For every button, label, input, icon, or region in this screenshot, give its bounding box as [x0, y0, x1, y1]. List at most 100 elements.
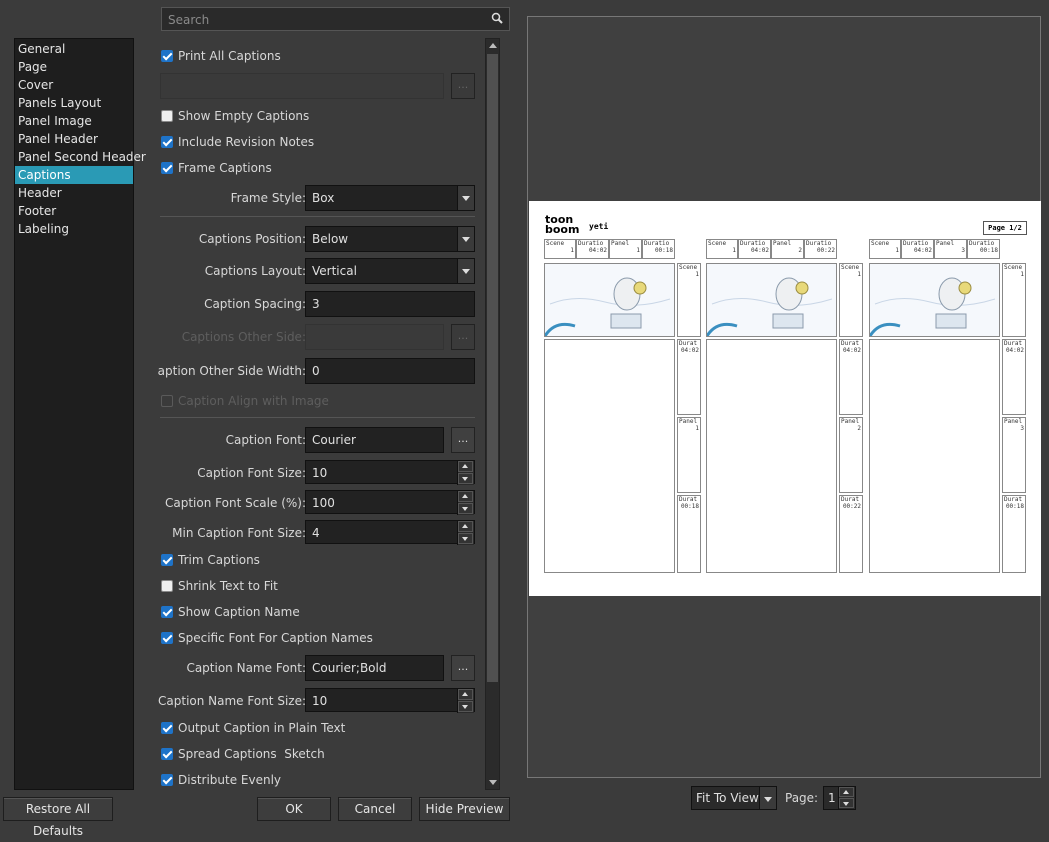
print-preview[interactable]: toon boom yeti Page 1/2 Scene 1 Duratio 04:…: [527, 16, 1041, 778]
page-spinbox[interactable]: 1: [823, 786, 856, 810]
category-item-panels-layout[interactable]: Panels Layout: [15, 94, 133, 112]
captions-layout-select[interactable]: Vertical: [305, 258, 475, 284]
hide-preview-button[interactable]: Hide Preview: [419, 797, 510, 821]
spread-captions-sketch-row[interactable]: Spread Captions Sketch: [158, 743, 480, 769]
caption-list-field[interactable]: [160, 73, 444, 99]
include-revision-notes-checkbox[interactable]: [161, 136, 173, 148]
frame-captions-checkbox[interactable]: [161, 162, 173, 174]
trim-captions-row[interactable]: Trim Captions: [158, 549, 480, 575]
shrink-text-to-fit-checkbox[interactable]: [161, 580, 173, 592]
captions-position-select[interactable]: Below: [305, 226, 475, 252]
preview-header-value: 1: [895, 247, 899, 254]
preview-header-cell: Scene 1: [869, 239, 901, 259]
output-caption-plain-text-checkbox[interactable]: [161, 722, 173, 734]
chevron-down-icon[interactable]: [457, 259, 474, 283]
form-scrollbar[interactable]: [485, 38, 500, 790]
output-caption-plain-text-label: Output Caption in Plain Text: [178, 721, 346, 735]
stepper-arrows-icon[interactable]: [838, 787, 855, 809]
preview-header-label: Duratio: [969, 240, 995, 247]
caption-list-browse-button[interactable]: ...: [451, 73, 475, 99]
preview-header-cell: Scene 1: [544, 239, 576, 259]
caption-other-side-width-input[interactable]: 0: [305, 358, 475, 384]
print-all-captions-row[interactable]: Print All Captions: [158, 45, 480, 71]
preview-header-label: Duratio: [578, 240, 604, 247]
stepper-arrows-icon[interactable]: [457, 491, 474, 515]
caption-font-size-spinbox[interactable]: 10: [305, 460, 475, 485]
caption-align-with-image-checkbox[interactable]: [161, 395, 173, 407]
caption-name-font-field[interactable]: Courier;Bold: [305, 655, 444, 681]
preview-side-value: 1: [857, 271, 861, 278]
captions-other-side-field[interactable]: [305, 324, 444, 350]
spread-captions-sketch-checkbox[interactable]: [161, 748, 173, 760]
logo-bottom-text: boom: [545, 223, 580, 236]
page-label: Page:: [785, 791, 819, 805]
preview-header-cell: Duratio 04:02: [738, 239, 771, 259]
preview-header-cell: Panel 1: [609, 239, 642, 259]
print-all-captions-checkbox[interactable]: [161, 50, 173, 62]
stepper-arrows-icon[interactable]: [457, 521, 474, 545]
preview-side-cell: Panel 2: [839, 417, 863, 493]
shrink-text-to-fit-row[interactable]: Shrink Text to Fit: [158, 575, 480, 601]
caption-name-font-size-spinbox[interactable]: 10: [305, 688, 475, 713]
category-item-general[interactable]: General: [15, 40, 133, 58]
caption-font-browse-button[interactable]: ...: [451, 427, 475, 453]
category-item-page[interactable]: Page: [15, 58, 133, 76]
specific-font-caption-names-checkbox[interactable]: [161, 632, 173, 644]
show-empty-captions-row[interactable]: Show Empty Captions: [158, 105, 480, 131]
scroll-down-icon[interactable]: [489, 780, 497, 785]
min-caption-font-size-spinbox[interactable]: 4: [305, 520, 475, 545]
chevron-down-icon[interactable]: [759, 787, 776, 809]
zoom-mode-select[interactable]: Fit To View: [691, 786, 777, 810]
caption-name-font-size-value: 10: [312, 694, 328, 708]
frame-captions-row[interactable]: Frame Captions: [158, 157, 480, 183]
distribute-evenly-checkbox[interactable]: [161, 774, 173, 786]
caption-align-with-image-row[interactable]: Caption Align with Image: [158, 390, 480, 416]
restore-defaults-button[interactable]: Restore All Defaults: [3, 797, 113, 838]
category-item-captions[interactable]: Captions: [15, 166, 133, 184]
scroll-up-icon[interactable]: [489, 43, 497, 48]
category-item-labeling[interactable]: Labeling: [15, 220, 133, 238]
preview-header-label: Panel: [773, 240, 792, 247]
cancel-button[interactable]: Cancel: [338, 797, 412, 821]
output-caption-plain-text-row[interactable]: Output Caption in Plain Text: [158, 717, 480, 743]
panel-caption-box: [869, 339, 1000, 573]
zoom-mode-value: Fit To View: [696, 791, 759, 805]
frame-style-select[interactable]: Box: [305, 185, 475, 211]
preview-side-cell: Durat 04:02: [839, 339, 863, 415]
show-caption-name-label: Show Caption Name: [178, 605, 300, 619]
specific-font-caption-names-row[interactable]: Specific Font For Caption Names: [158, 627, 480, 653]
chevron-down-icon[interactable]: [457, 227, 474, 251]
category-item-panel-second-header[interactable]: Panel Second Header: [15, 148, 146, 166]
search-input[interactable]: [162, 8, 490, 32]
caption-font-field[interactable]: Courier: [305, 427, 444, 453]
category-item-header[interactable]: Header: [15, 184, 133, 202]
preview-side-cell: Durat 04:02: [1002, 339, 1026, 415]
ok-button[interactable]: OK: [257, 797, 331, 821]
category-item-footer[interactable]: Footer: [15, 202, 133, 220]
preview-header-value: 1: [732, 247, 736, 254]
distribute-evenly-label: Distribute Evenly: [178, 773, 282, 787]
search-box[interactable]: [161, 7, 510, 32]
trim-captions-checkbox[interactable]: [161, 554, 173, 566]
caption-spacing-input[interactable]: 3: [305, 291, 475, 317]
category-item-panel-header[interactable]: Panel Header: [15, 130, 133, 148]
show-caption-name-checkbox[interactable]: [161, 606, 173, 618]
caption-name-font-browse-button[interactable]: ...: [451, 655, 475, 681]
stepper-arrows-icon[interactable]: [457, 461, 474, 485]
toonboom-logo: toon boom: [545, 214, 580, 236]
include-revision-notes-row[interactable]: Include Revision Notes: [158, 131, 480, 157]
show-empty-captions-checkbox[interactable]: [161, 110, 173, 122]
caption-font-scale-spinbox[interactable]: 100: [305, 490, 475, 515]
category-list[interactable]: General Page Cover Panels Layout Panel Image…: [14, 38, 146, 790]
category-item-cover[interactable]: Cover: [15, 76, 133, 94]
category-item-panel-image[interactable]: Panel Image: [15, 112, 133, 130]
caption-name-font-size-label: Caption Name Font Size:: [158, 694, 306, 708]
stepper-arrows-icon[interactable]: [457, 689, 474, 713]
preview-header-label: Duratio: [740, 240, 766, 247]
show-caption-name-row[interactable]: Show Caption Name: [158, 601, 480, 627]
captions-other-side-browse-button[interactable]: ...: [451, 324, 475, 350]
scrollbar-thumb[interactable]: [487, 54, 498, 682]
distribute-evenly-row[interactable]: Distribute Evenly: [158, 769, 480, 790]
preview-side-label: Durat: [1004, 496, 1023, 503]
chevron-down-icon[interactable]: [457, 186, 474, 210]
